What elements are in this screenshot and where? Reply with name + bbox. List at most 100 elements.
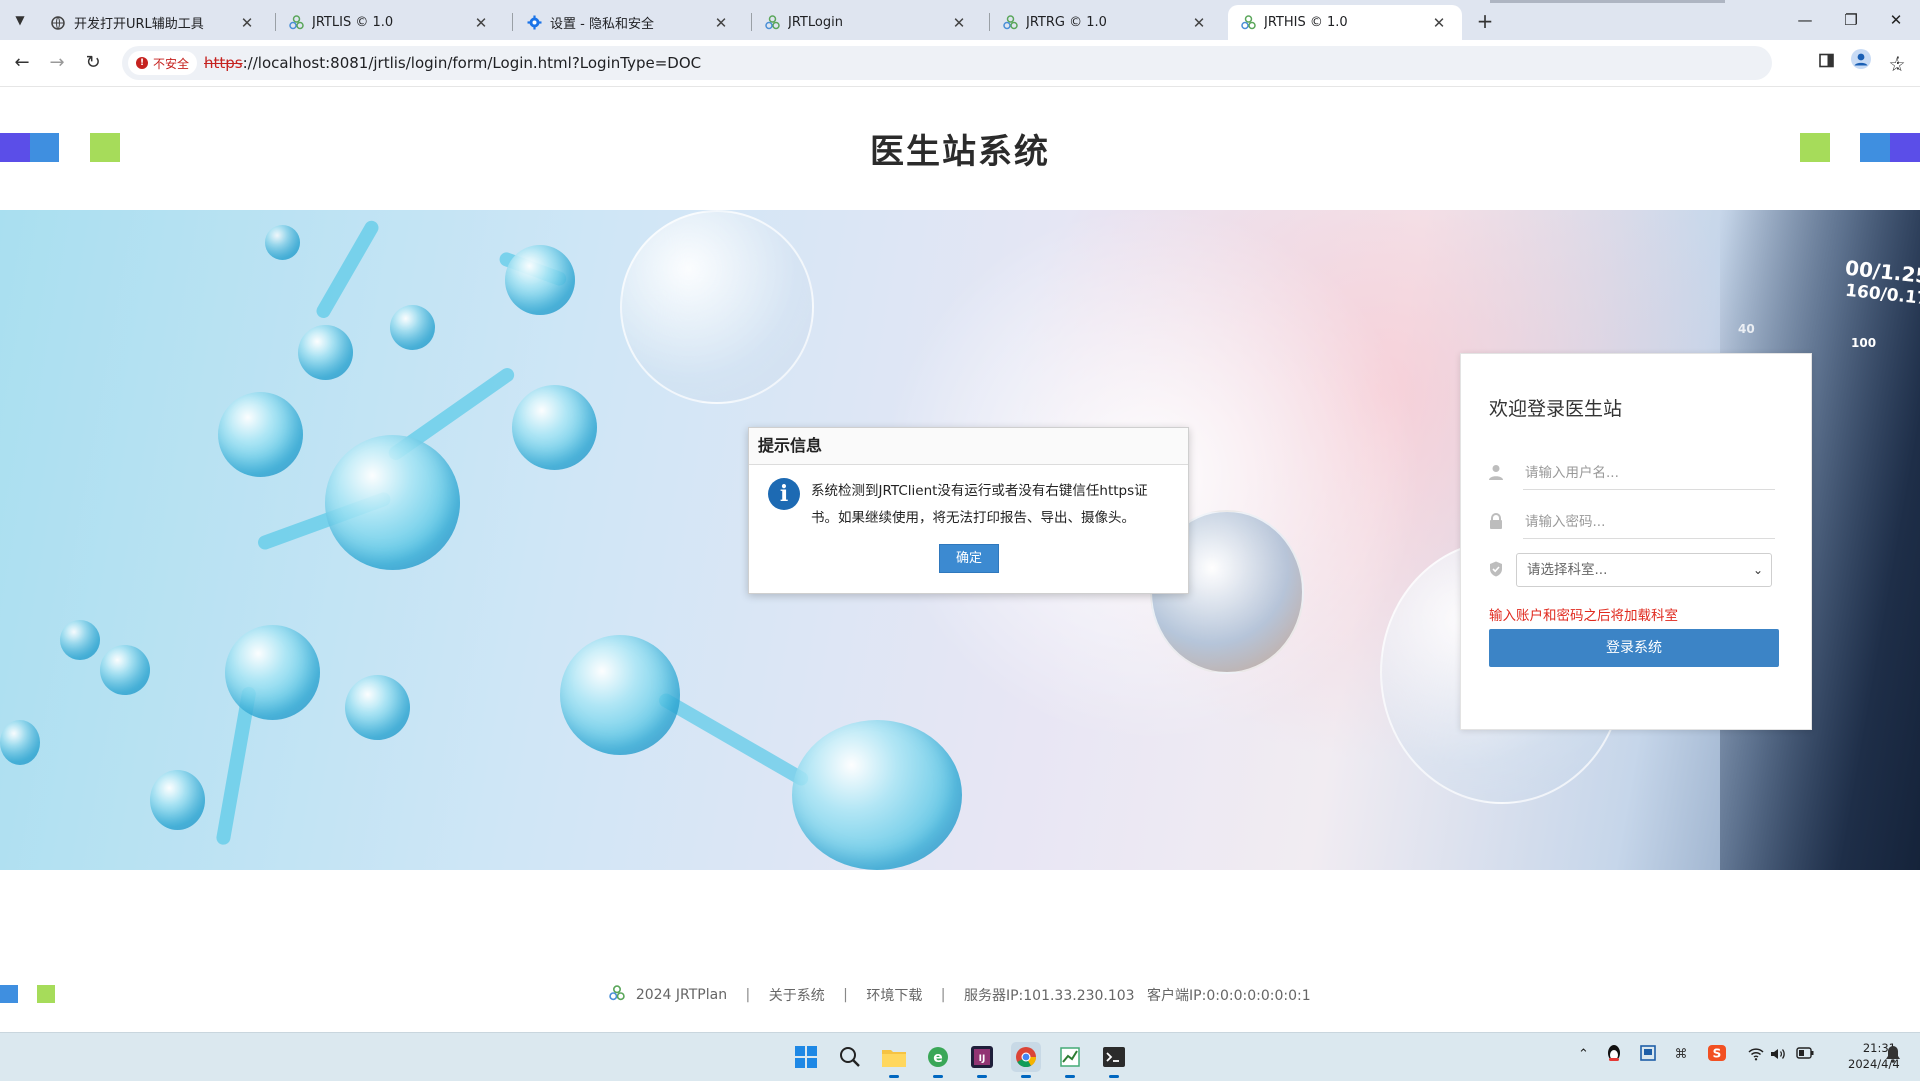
back-arrow-icon[interactable]: ← [9,50,35,76]
tab-close-icon[interactable]: ✕ [712,14,730,32]
login-card: 欢迎登录医生站 请选择科室... ⌄ 输入账户和密码之后将加载科室 登录系统 [1460,353,1812,730]
tab-url-helper[interactable]: 开发打开URL辅助工具 ✕ [38,5,270,40]
tab-jrthis-active[interactable]: JRTHIS © 1.0 ✕ [1228,5,1462,40]
tab-title: 开发打开URL辅助工具 [74,17,204,32]
molecule-bubble [60,620,100,660]
security-label: 不安全 [153,56,190,71]
page-title: 医生站系统 [870,132,1050,172]
microscope-label: 40 [1738,322,1755,336]
ide-app-icon[interactable]: IJ [967,1042,997,1078]
footer-divider: | [940,987,946,1003]
svg-text:IJ: IJ [979,1054,986,1064]
start-windows-icon[interactable] [791,1042,821,1072]
minimize-icon[interactable]: — [1785,6,1825,34]
molecule-bubble [100,645,150,695]
glass-flask [620,210,814,404]
tab-jrtlis[interactable]: JRTLIS © 1.0 ✕ [276,5,504,40]
molecule-bubble [325,435,460,570]
tab-title: JRTLIS © 1.0 [312,15,394,30]
svg-text:⌘: ⌘ [1675,1047,1688,1061]
reload-icon[interactable]: ↻ [80,50,106,76]
jrt-logo-icon [764,15,780,31]
department-select-value: 请选择科室... [1527,562,1608,578]
battery-icon[interactable] [1796,1047,1814,1063]
warning-icon: ! [136,57,148,69]
tab-close-icon[interactable]: ✕ [238,14,256,32]
molecule-bubble [345,675,410,740]
molecule-bubble [218,392,303,477]
screen-app-icon[interactable] [1640,1045,1656,1065]
gear-icon [526,15,542,31]
molecule-bubble [560,635,680,755]
wifi-icon[interactable] [1748,1047,1764,1065]
decor-square-indigo [1890,133,1920,162]
url-path: ://localhost:8081/jrtlis/login/form/Logi… [242,54,702,72]
tab-divider [512,13,513,31]
chevron-down-icon: ⌄ [1752,563,1763,577]
qq-penguin-icon[interactable] [1606,1044,1622,1066]
footer-copyright: 2024 JRTPlan [635,987,728,1003]
sogou-s-icon[interactable]: S [1708,1045,1726,1065]
dialog-ok-button[interactable]: 确定 [939,544,999,573]
input-method-icon[interactable]: ⌘ [1673,1045,1689,1065]
tab-jrtrg[interactable]: JRTRG © 1.0 ✕ [990,5,1222,40]
tab-search-chevron-icon[interactable]: ▼ [8,8,32,32]
dialog-message: 系统检测到JRTClient没有运行或者没有右键信任https证书。如果继续使用… [811,483,1148,526]
tab-overflow-indicator [1490,0,1725,3]
page-footer: 2024 JRTPlan | 关于系统 | 环境下载 | 服务器IP:101.3… [0,985,1920,1005]
tab-close-icon[interactable]: ✕ [950,14,968,32]
molecule-bubble [265,225,300,260]
jrt-logo-icon [1002,15,1018,31]
footer-server-ip: 服务器IP:101.33.230.103 [963,988,1135,1004]
tab-close-icon[interactable]: ✕ [1430,14,1448,32]
svg-text:e: e [933,1050,943,1066]
tab-title: JRTHIS © 1.0 [1264,15,1348,30]
volume-icon[interactable] [1770,1047,1786,1065]
address-bar[interactable]: ! 不安全 https://localhost:8081/jrtlis/logi… [122,46,1906,80]
notepad-chart-icon[interactable] [1055,1042,1085,1078]
profile-avatar-icon[interactable] [1847,49,1875,77]
footer-about-link[interactable]: 关于系统 [769,985,825,1005]
password-input[interactable] [1523,505,1775,539]
decor-square-green [1800,133,1830,162]
user-icon [1488,464,1504,482]
tab-close-icon[interactable]: ✕ [472,14,490,32]
molecule-bond [313,218,382,321]
tab-close-icon[interactable]: ✕ [1190,14,1208,32]
browser-e-icon[interactable]: e [923,1042,953,1078]
side-panel-icon[interactable] [1812,49,1840,77]
username-input[interactable] [1523,456,1775,490]
tab-settings-privacy[interactable]: 设置 - 隐私和安全 ✕ [514,5,744,40]
molecule-bond [656,690,811,789]
tab-title: 设置 - 隐私和安全 [550,17,654,32]
chrome-icon[interactable] [1011,1042,1041,1078]
decor-square-blue [1860,133,1890,162]
browser-menu-icon[interactable]: ⋮ [1884,49,1912,77]
login-submit-button[interactable]: 登录系统 [1489,629,1779,667]
restore-icon[interactable]: ❐ [1831,6,1871,34]
tab-jrtlogin[interactable]: JRTLogin ✕ [752,5,982,40]
browser-tab-strip: ▼ 开发打开URL辅助工具 ✕ JRTLIS © 1.0 ✕ 设置 - 隐私和安… [0,0,1920,40]
file-explorer-icon[interactable] [879,1042,909,1078]
info-icon: i [768,478,800,510]
browser-toolbar: ← → ↻ ! 不安全 https://localhost:8081/jrtli… [0,40,1920,87]
footer-client-ip: 客户端IP:0:0:0:0:0:0:0:1 [1147,988,1311,1004]
notification-bell-icon[interactable] [1885,1045,1901,1067]
lock-icon [1488,513,1504,531]
url-text[interactable]: https://localhost:8081/jrtlis/login/form… [204,46,701,80]
close-window-icon[interactable]: ✕ [1876,6,1916,34]
department-select[interactable]: 请选择科室... ⌄ [1516,553,1772,587]
tray-chevron-up-icon[interactable]: ⌃ [1578,1047,1589,1062]
dialog-title: 提示信息 [749,428,1188,465]
forward-arrow-icon[interactable]: → [44,50,70,76]
footer-divider: | [843,987,848,1003]
not-secure-chip[interactable]: ! 不安全 [128,51,198,75]
molecule-bubble [505,245,575,315]
new-tab-plus-icon[interactable]: + [1472,8,1498,34]
footer-download-link[interactable]: 环境下载 [866,985,922,1005]
tab-title: JRTRG © 1.0 [1026,15,1107,30]
molecule-bubble [298,325,353,380]
search-icon[interactable] [835,1042,865,1072]
jrt-logo-icon [288,15,304,31]
terminal-icon[interactable] [1099,1042,1129,1078]
